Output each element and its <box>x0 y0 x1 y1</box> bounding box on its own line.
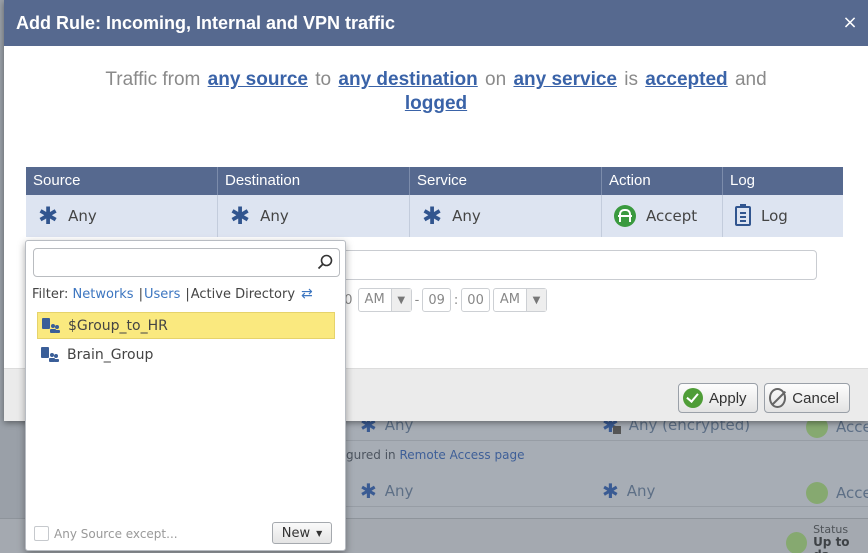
except-checkbox[interactable] <box>34 526 49 541</box>
background-note: gured in Remote Access page <box>346 448 525 462</box>
clipboard-icon <box>735 204 751 226</box>
filter-line: Filter: Networks | Users | Active Direct… <box>32 286 313 302</box>
dialog-header: Add Rule: Incoming, Internal and VPN tra… <box>4 0 868 46</box>
search-input[interactable] <box>33 248 340 277</box>
any-source-except[interactable]: Any Source except... <box>34 526 178 541</box>
apply-button[interactable]: Apply <box>678 383 758 413</box>
action-cell[interactable]: Accept <box>602 195 723 237</box>
rule-table-header: Source Destination Service Action Log <box>26 167 843 195</box>
caret-down-icon: ▼ <box>316 528 323 538</box>
asterisk-icon: ✱ <box>38 202 59 230</box>
schedule-row: 00 AM ▼ - 09 : 00 AM ▼ <box>334 288 547 312</box>
dialog-title: Add Rule: Incoming, Internal and VPN tra… <box>16 12 396 33</box>
filter-active-directory[interactable]: Active Directory <box>191 287 295 302</box>
end-ampm-select[interactable]: AM ▼ <box>492 288 547 312</box>
cancel-button[interactable]: Cancel <box>764 383 850 413</box>
close-icon[interactable]: × <box>842 14 858 32</box>
source-picker: Filter: Networks | Users | Active Direct… <box>25 240 346 551</box>
bg-service-text: Any <box>384 482 414 500</box>
start-ampm-select[interactable]: AM ▼ <box>357 288 412 312</box>
filter-users[interactable]: Users <box>144 287 180 302</box>
search-icon[interactable] <box>317 254 333 270</box>
header-log: Log <box>730 172 756 189</box>
picker-footer: Any Source except... New ▼ <box>34 522 332 544</box>
end-minute[interactable]: 00 <box>461 288 490 312</box>
asterisk-icon: ✱ <box>360 479 377 503</box>
check-icon <box>683 388 703 408</box>
source-cell[interactable]: ✱ Any <box>26 195 218 237</box>
remote-access-link[interactable]: Remote Access page <box>399 448 524 462</box>
group-icon <box>42 317 60 334</box>
bg-encryption-text: Any <box>626 482 656 500</box>
log-link[interactable]: logged <box>405 93 467 114</box>
background-row: ✱ Any ✱ Any Acce <box>346 474 868 507</box>
header-action: Action <box>602 167 723 195</box>
service-cell[interactable]: ✱ Any <box>410 195 602 237</box>
rule-table: Source Destination Service Action Log ✱ … <box>26 167 843 237</box>
bg-action-text: Acce <box>836 484 868 502</box>
filter-label: Filter: <box>32 286 69 302</box>
action-link[interactable]: accepted <box>645 69 727 90</box>
list-item[interactable]: $Group_to_HR <box>37 312 335 339</box>
end-hour[interactable]: 09 <box>422 288 451 312</box>
log-cell[interactable]: Log <box>723 195 843 237</box>
header-service: Service <box>410 167 602 195</box>
refresh-icon[interactable]: ⇄ <box>301 286 313 302</box>
chevron-down-icon: ▼ <box>390 289 411 311</box>
chevron-down-icon: ▼ <box>525 289 546 311</box>
asterisk-icon: ✱ <box>422 202 443 230</box>
list-item[interactable]: Brain_Group <box>37 341 335 368</box>
new-button[interactable]: New ▼ <box>272 522 332 544</box>
asterisk-icon: ✱ <box>602 479 619 503</box>
accept-icon <box>806 482 828 504</box>
rule-table-row: ✱ Any ✱ Any ✱ Any Accept Log <box>26 195 843 237</box>
rule-name-input[interactable] <box>324 250 817 280</box>
accept-icon <box>614 205 636 227</box>
filter-networks[interactable]: Networks <box>73 287 134 302</box>
status-indicator: Status Up to da <box>786 523 868 553</box>
service-link[interactable]: any service <box>513 69 617 90</box>
background-rules-table: ✱ Any ✱ Any (encrypted) Acce ✱ Any ✱ Any Acc… <box>346 408 868 518</box>
status-value: Up to da <box>813 535 850 553</box>
cancel-icon <box>769 388 787 408</box>
destination-cell[interactable]: ✱ Any <box>218 195 410 237</box>
header-destination: Destination <box>218 167 410 195</box>
asterisk-icon: ✱ <box>230 202 251 230</box>
rule-summary: Traffic from any source to any destinati… <box>105 69 767 114</box>
destination-link[interactable]: any destination <box>338 69 477 90</box>
header-source: Source <box>26 167 218 195</box>
lock-icon <box>612 426 621 434</box>
source-link[interactable]: any source <box>208 69 308 90</box>
group-icon <box>41 346 59 363</box>
status-check-icon <box>786 531 808 553</box>
